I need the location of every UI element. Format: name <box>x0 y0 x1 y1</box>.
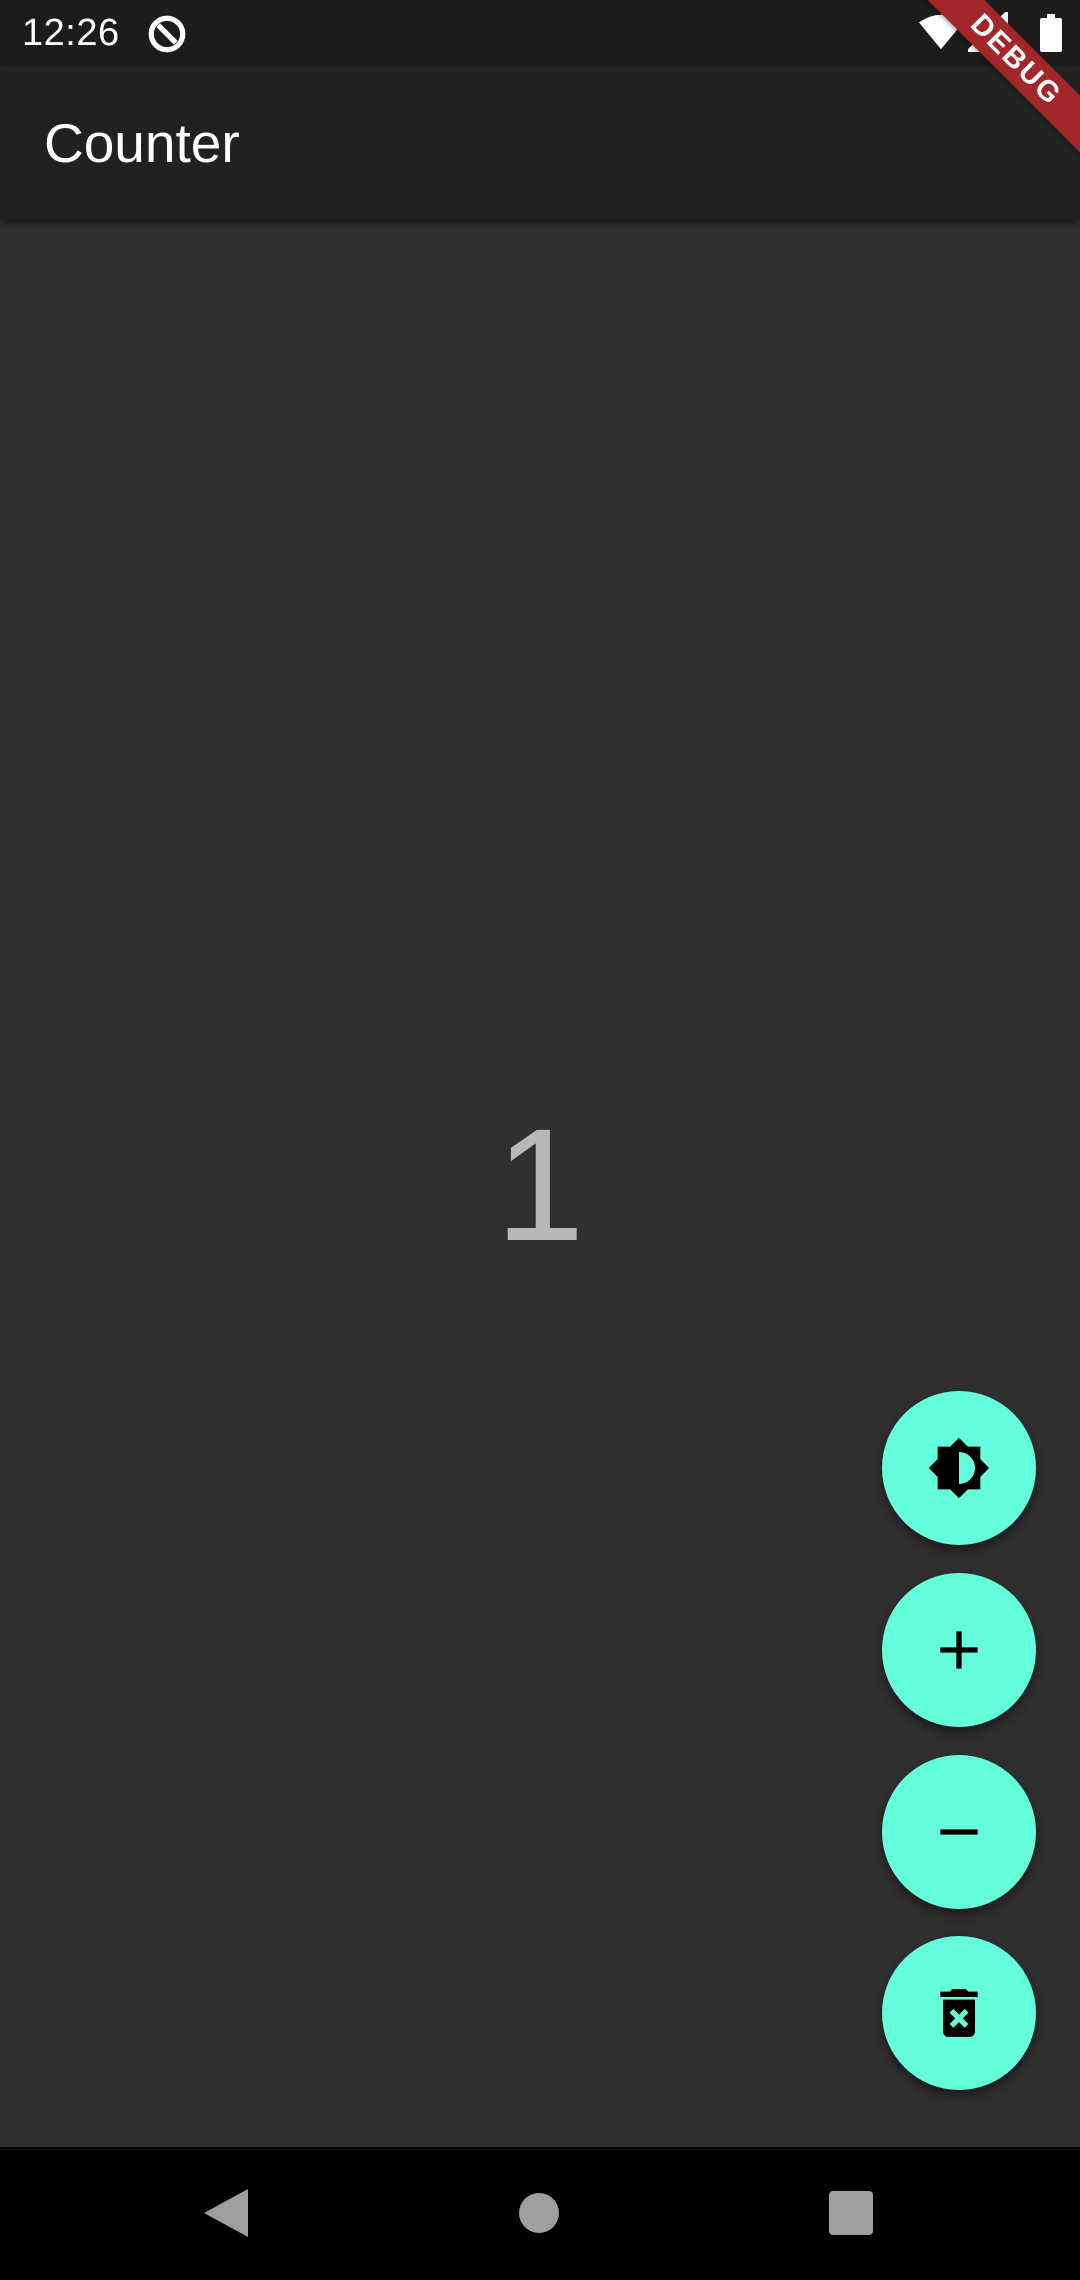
recents-icon[interactable] <box>821 2183 881 2243</box>
delete-forever-icon <box>940 1989 978 2037</box>
status-bar: 12:26 <box>0 0 1080 66</box>
page-title: Counter <box>44 112 240 174</box>
app-notification-icon <box>148 15 186 53</box>
app-bar: Counter <box>0 66 1080 220</box>
brightness-contrast-icon <box>928 1437 990 1499</box>
reset-button[interactable] <box>882 1936 1036 2090</box>
home-icon[interactable] <box>509 2183 569 2243</box>
battery-icon <box>1040 14 1062 52</box>
counter-value: 1 <box>495 1095 585 1274</box>
increment-button[interactable] <box>882 1573 1036 1727</box>
back-icon[interactable] <box>196 2183 256 2243</box>
decrement-button[interactable] <box>882 1755 1036 1909</box>
theme-toggle-button[interactable] <box>882 1391 1036 1545</box>
navigation-bar <box>0 2147 1080 2280</box>
plus-icon <box>940 1631 978 1669</box>
status-time: 12:26 <box>22 12 120 54</box>
minus-icon <box>940 1829 978 1835</box>
